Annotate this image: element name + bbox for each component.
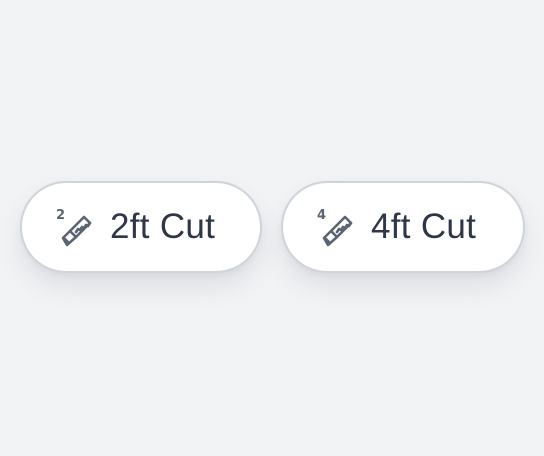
saw-icon: 4 [315, 209, 355, 249]
button-label: 4ft Cut [371, 207, 477, 246]
saw-icon: 2 [54, 209, 94, 249]
icon-number: 2 [56, 208, 66, 223]
icon-number: 4 [317, 208, 327, 223]
button-label: 2ft Cut [110, 207, 216, 246]
cut-4ft-button[interactable]: 4 4ft Cut [281, 181, 525, 273]
cut-2ft-button[interactable]: 2 2ft Cut [20, 181, 262, 273]
